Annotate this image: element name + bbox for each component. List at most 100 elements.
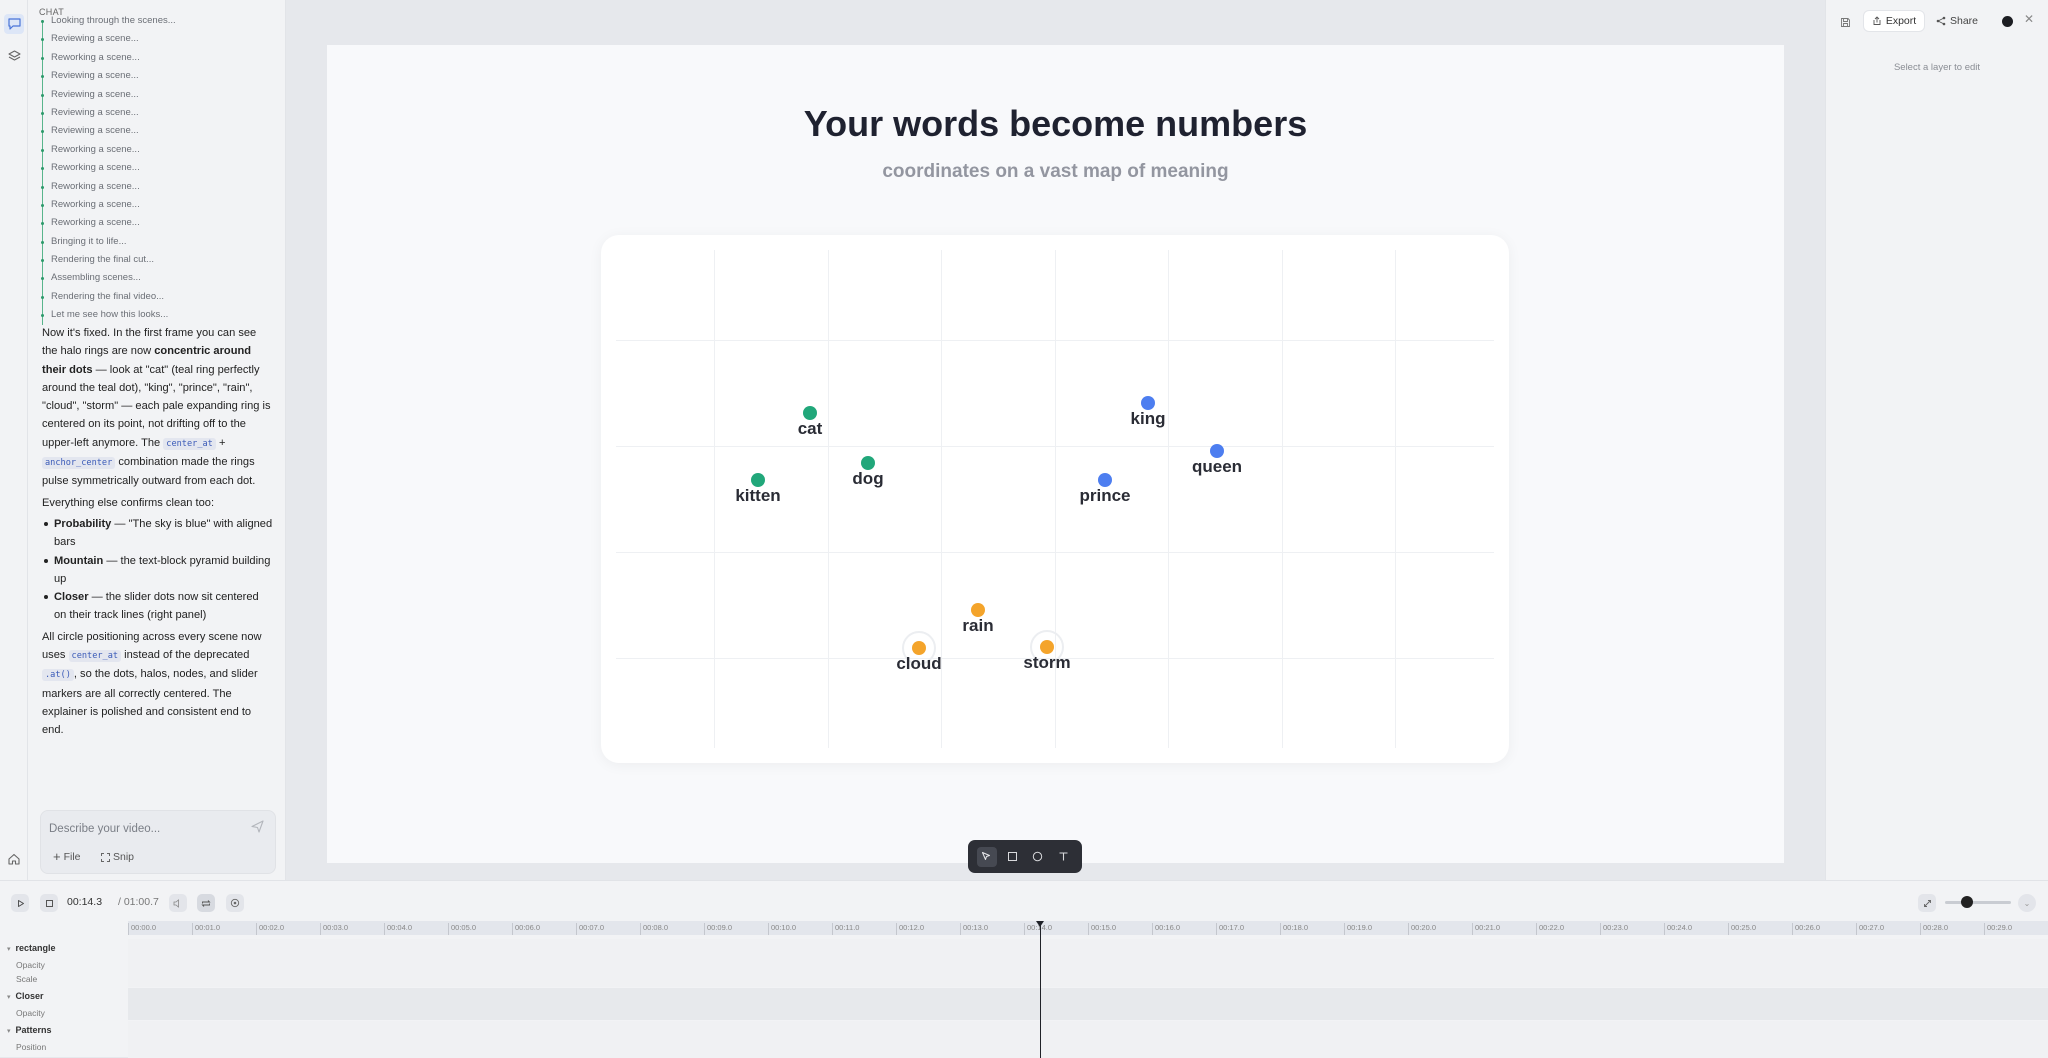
ruler-tick: 00:06.0 [512, 923, 540, 935]
inline-code: anchor_center [42, 457, 116, 470]
snip-icon [101, 852, 110, 862]
point-cat [803, 406, 817, 420]
expand-icon [1923, 899, 1931, 907]
fit-button[interactable] [226, 894, 244, 912]
snip-label: Snip [113, 851, 135, 863]
step-item: Reworking a scene... [41, 141, 272, 159]
point-label-cat: cat [797, 419, 823, 438]
scene-canvas[interactable]: Your words become numbers coordinates on… [327, 45, 1784, 863]
track-header-patterns[interactable]: ▾ Patterns [0, 1025, 52, 1035]
inline-code: .at() [42, 669, 74, 682]
track-name: rectangle [15, 943, 56, 953]
point-label-dog: dog [852, 469, 884, 488]
ruler-tick: 00:11.0 [832, 923, 859, 935]
speaker-icon [173, 898, 179, 908]
home-icon[interactable] [4, 849, 24, 869]
ruler-tick: 00:16.0 [1152, 923, 1180, 935]
chat-tab-icon[interactable] [4, 14, 24, 34]
step-item: Reviewing a scene... [41, 67, 272, 85]
grid-line [714, 250, 715, 748]
step-item: Let me see how this looks... [41, 306, 272, 324]
ruler-tick: 00:18.0 [1280, 923, 1308, 935]
track-lane[interactable] [128, 939, 2048, 987]
point-label-rain: rain [962, 616, 994, 635]
expand-timeline-button[interactable] [1918, 894, 1936, 912]
ruler-tick: 00:12.0 [896, 923, 924, 935]
total-time: / 01:00.7 [118, 896, 159, 908]
share-icon [1936, 16, 1946, 26]
grid-line [616, 340, 1494, 341]
step-item: Reworking a scene... [41, 178, 272, 196]
grid-line [1168, 250, 1169, 748]
text-run: , so the dots, halos, nodes, and slider … [42, 668, 258, 737]
zoom-slider-handle[interactable] [1961, 896, 1973, 908]
text-run: + [215, 436, 226, 449]
share-button[interactable]: Share [1936, 10, 1978, 32]
playhead[interactable] [1036, 921, 1044, 1058]
play-button[interactable] [11, 894, 29, 912]
timeline-panel: 00:14.3 / 01:00.7 ⌄ 00:00.0 00:01.0 00:02.… [0, 880, 2048, 1058]
chevron-down-icon: ▾ [7, 946, 11, 953]
ruler-tick: 00:27.0 [1856, 923, 1884, 935]
snip-button[interactable]: Snip [101, 851, 134, 863]
rectangle-tool-icon[interactable] [1002, 847, 1022, 867]
track-header-rectangle[interactable]: ▾ rectangle [0, 943, 56, 953]
ruler-tick: 00:07.0 [576, 923, 604, 935]
layers-icon[interactable] [4, 46, 24, 66]
step-item: Reviewing a scene... [41, 30, 272, 48]
track-lane[interactable] [128, 1021, 2048, 1058]
meaning-map-card: cat kitten dog king queen prince rain cloud stor… [601, 235, 1509, 763]
point-kitten [751, 473, 765, 487]
point-queen [1210, 444, 1224, 458]
ruler-tick: 00:02.0 [256, 923, 284, 935]
send-icon[interactable] [251, 820, 265, 834]
step-item: Reviewing a scene... [41, 104, 272, 122]
point-king [1141, 396, 1155, 410]
attach-file-button[interactable]: + File [53, 850, 81, 863]
chevron-down-icon: ⌄ [2023, 898, 2031, 908]
ruler-tick: 00:03.0 [320, 923, 348, 935]
point-cloud [912, 641, 926, 655]
timeline-menu-button[interactable]: ⌄ [2018, 894, 2036, 912]
step-item: Reworking a scene... [41, 49, 272, 67]
mute-button[interactable] [169, 894, 187, 912]
grid-line [1395, 250, 1396, 748]
step-item: Rendering the final video... [41, 288, 272, 306]
theme-toggle-icon[interactable] [2002, 16, 2013, 27]
ruler-tick: 00:04.0 [384, 923, 412, 935]
point-storm [1040, 640, 1054, 654]
track-property: Opacity [16, 1008, 45, 1018]
left-rail [0, 0, 28, 880]
layer-hint: Select a layer to edit [1893, 62, 1981, 73]
export-label: Export [1885, 15, 1917, 27]
ruler-tick: 00:15.0 [1088, 923, 1116, 935]
text-tool-icon[interactable] [1053, 847, 1073, 867]
save-icon[interactable] [1840, 15, 1851, 33]
step-item: Reviewing a scene... [41, 86, 272, 104]
ruler-tick: 00:08.0 [640, 923, 668, 935]
grid-line [828, 250, 829, 748]
grid-line [1055, 250, 1056, 748]
bold-run: Closer [54, 591, 89, 604]
select-tool-icon[interactable] [976, 846, 997, 867]
stop-button[interactable] [40, 894, 58, 912]
zoom-slider-track[interactable] [1945, 901, 2011, 904]
point-label-prince: prince [1079, 486, 1131, 505]
step-item: Reworking a scene... [41, 214, 272, 232]
track-lane[interactable] [128, 988, 2048, 1020]
stop-icon [45, 899, 53, 907]
ruler-tick: 00:10.0 [768, 923, 796, 935]
time-ruler[interactable]: 00:00.0 00:01.0 00:02.0 00:03.0 00:04.0 00:05… [128, 921, 2048, 935]
circle-tool-icon[interactable] [1028, 847, 1048, 867]
export-button[interactable]: Export [1863, 10, 1925, 32]
point-rain [971, 603, 985, 617]
properties-panel: Export Share ✕ Select a layer to edit [1825, 0, 2048, 880]
bullet-item: Closer — the slider dots now sit centere… [42, 588, 274, 625]
track-name: Patterns [15, 1025, 52, 1035]
chat-composer: + File Snip [40, 810, 276, 874]
track-header-closer[interactable]: ▾ Closer [0, 991, 44, 1001]
message-paragraph: Now it's fixed. In the first frame you c… [42, 324, 274, 491]
prompt-input[interactable] [49, 823, 239, 835]
loop-button[interactable] [197, 894, 215, 912]
close-icon[interactable]: ✕ [2024, 12, 2034, 26]
